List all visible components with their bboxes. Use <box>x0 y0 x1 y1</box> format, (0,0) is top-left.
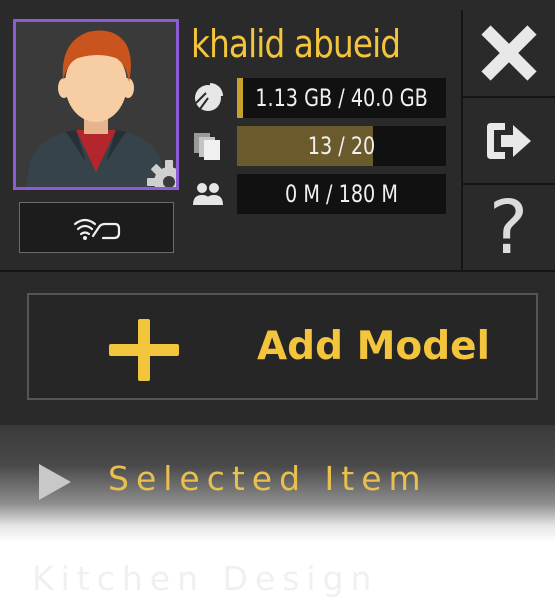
username: khalid abueid <box>191 22 401 66</box>
models-stack-icon <box>194 133 220 160</box>
play-icon <box>39 464 71 500</box>
kitchen-design-label: Kitchen Design <box>32 559 379 598</box>
horizontal-divider <box>0 270 555 272</box>
help-icon: ? <box>488 184 529 271</box>
add-model-button[interactable]: Add Model <box>27 293 538 400</box>
add-model-label: Add Model <box>257 324 490 369</box>
close-button[interactable] <box>462 10 555 96</box>
storage-bar-fill <box>237 78 243 118</box>
users-icon <box>193 183 223 205</box>
model-list: Selected Item Kitchen Design <box>0 425 555 598</box>
wifi-headset-icon <box>73 218 120 240</box>
storage-pie-icon <box>195 83 223 111</box>
connection-button[interactable] <box>19 202 174 253</box>
storage-value: 1.13 GB / 40.0 GB <box>255 84 428 112</box>
gear-icon[interactable] <box>146 159 179 190</box>
profile-panel: khalid abueid 1.13 GB / 40.0 GB 13 / 20 … <box>0 0 555 425</box>
storage-stat: 1.13 GB / 40.0 GB <box>190 78 446 118</box>
avatar[interactable] <box>13 19 179 190</box>
help-button[interactable]: ? <box>462 185 555 270</box>
users-stat: 0 M / 180 M <box>190 174 446 214</box>
profile-area: khalid abueid 1.13 GB / 40.0 GB 13 / 20 … <box>0 0 462 270</box>
logout-button[interactable] <box>462 98 555 183</box>
users-value: 0 M / 180 M <box>285 180 398 208</box>
storage-bar: 1.13 GB / 40.0 GB <box>237 78 446 118</box>
models-bar: 13 / 20 <box>237 126 446 166</box>
close-icon <box>480 25 537 81</box>
models-value: 13 / 20 <box>307 132 376 160</box>
side-buttons: ? <box>462 0 555 270</box>
list-item-kitchen-design[interactable]: Kitchen Design <box>0 555 555 605</box>
selected-item-label: Selected Item <box>108 459 428 498</box>
logout-icon <box>486 122 531 159</box>
plus-icon <box>109 319 179 381</box>
users-bar: 0 M / 180 M <box>237 174 446 214</box>
list-item-selected[interactable]: Selected Item <box>0 455 555 505</box>
models-stat: 13 / 20 <box>190 126 446 166</box>
